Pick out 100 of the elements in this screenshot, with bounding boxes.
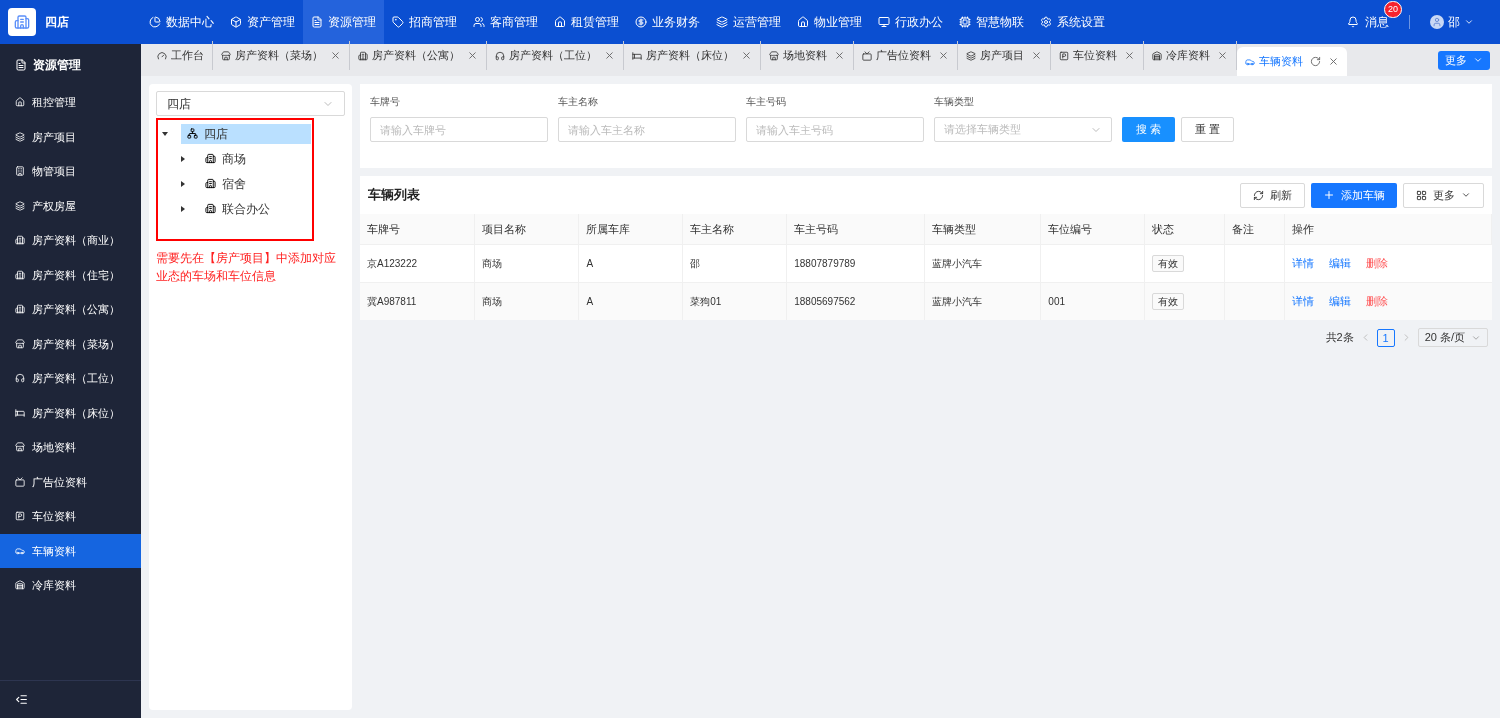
action-link[interactable]: 详情 xyxy=(1292,254,1315,272)
tree-node[interactable]: 商场 xyxy=(199,148,254,169)
car-icon xyxy=(1245,56,1255,67)
column-header: 所属车库 xyxy=(578,214,683,244)
action-link[interactable]: 详情 xyxy=(1292,293,1315,310)
grid-icon xyxy=(1416,189,1427,201)
page-tab[interactable]: 车辆资料 xyxy=(1237,47,1347,76)
table-cell: 001 xyxy=(1048,295,1066,307)
status-tag: 有效 xyxy=(1152,292,1185,310)
building-icon xyxy=(205,178,216,189)
layers-icon xyxy=(15,131,25,142)
sidebar-item[interactable]: 车辆资料 xyxy=(0,533,141,568)
collapse-icon[interactable] xyxy=(15,693,28,706)
page-tab[interactable]: 车位资料 xyxy=(1051,41,1144,70)
sidebar-item[interactable]: 房产资料（菜场） xyxy=(0,326,141,361)
sidebar-item[interactable]: 房产资料（床位） xyxy=(0,395,141,430)
warehouse-icon xyxy=(15,580,25,591)
close-icon[interactable] xyxy=(330,50,341,61)
nav-tab[interactable]: 租赁管理 xyxy=(546,0,627,44)
add-vehicle-button[interactable]: 添加车辆 xyxy=(1311,182,1397,208)
refresh-button[interactable]: 刷新 xyxy=(1240,182,1305,208)
table-cell: 邵 xyxy=(690,257,701,269)
nav-tab[interactable]: 行政办公 xyxy=(870,0,951,44)
close-icon[interactable] xyxy=(1217,50,1228,61)
sidebar-item[interactable]: 房产资料（住宅） xyxy=(0,257,141,292)
more-button[interactable]: 更多 xyxy=(1403,182,1484,208)
bed-icon xyxy=(15,407,25,418)
page-tab[interactable]: 房产项目 xyxy=(958,41,1051,70)
nav-tab[interactable]: 物业管理 xyxy=(789,0,870,44)
page-tab[interactable]: 广告位资料 xyxy=(854,41,958,70)
sidebar-item[interactable]: 房产资料（工位） xyxy=(0,361,141,396)
warehouse-icon xyxy=(1152,50,1162,61)
page-tab[interactable]: 房产资料（床位） xyxy=(624,41,761,70)
avatar-icon xyxy=(1430,15,1444,29)
table-cell: 蓝牌小汽车 xyxy=(932,295,983,307)
tree-node[interactable]: 四店 xyxy=(181,123,311,144)
column-header: 车主名称 xyxy=(682,214,787,244)
tree-node[interactable]: 宿舍 xyxy=(199,173,254,194)
close-icon[interactable] xyxy=(938,50,949,61)
sidebar-item[interactable]: 房产资料（商业） xyxy=(0,223,141,258)
table-cell: 商场 xyxy=(482,257,503,269)
nav-tab[interactable]: 资产管理 xyxy=(222,0,303,44)
caret-right-icon[interactable] xyxy=(179,179,187,188)
building-icon xyxy=(358,50,368,61)
page-number[interactable]: 1 xyxy=(1376,328,1395,347)
close-icon[interactable] xyxy=(741,50,752,61)
more-tabs-button[interactable]: 更多 xyxy=(1438,50,1490,70)
reset-button[interactable]: 重 置 xyxy=(1181,117,1235,142)
page-tab[interactable]: 房产资料（公寓） xyxy=(350,41,487,70)
nav-tab[interactable]: 智慧物联 xyxy=(951,0,1032,44)
close-icon[interactable] xyxy=(834,50,845,61)
nav-tab[interactable]: 业务财务 xyxy=(627,0,708,44)
sidebar-item[interactable]: 房产项目 xyxy=(0,119,141,154)
tag-icon xyxy=(392,16,404,28)
parking-icon xyxy=(1059,50,1069,61)
sidebar-item[interactable]: 场地资料 xyxy=(0,430,141,465)
hierarchy-icon xyxy=(187,128,198,139)
page-tab[interactable]: 房产资料（菜场） xyxy=(213,41,350,70)
house-icon xyxy=(15,97,25,108)
page-tab[interactable]: 房产资料（工位） xyxy=(487,41,624,70)
nav-tab[interactable]: 运营管理 xyxy=(708,0,789,44)
action-link[interactable]: 编辑 xyxy=(1329,254,1352,272)
caret-down-icon[interactable] xyxy=(161,129,169,138)
sidebar-item[interactable]: 产权房屋 xyxy=(0,188,141,223)
nav-tab[interactable]: 数据中心 xyxy=(141,0,222,44)
page-size-select[interactable]: 20 条/页 xyxy=(1417,328,1488,347)
sidebar-item[interactable]: 广告位资料 xyxy=(0,464,141,499)
page-tab[interactable]: 工作台 xyxy=(149,41,213,70)
text-field[interactable]: 请输入车主名称 xyxy=(558,117,736,142)
sidebar-item[interactable]: 房产资料（公寓） xyxy=(0,292,141,327)
nav-tab[interactable]: 客商管理 xyxy=(465,0,546,44)
sidebar-item[interactable]: 车位资料 xyxy=(0,499,141,534)
table-title: 车辆列表 xyxy=(368,186,420,205)
close-icon[interactable] xyxy=(1031,50,1042,61)
tree-node[interactable]: 联合办公 xyxy=(199,198,278,219)
headset-icon xyxy=(495,50,505,61)
user-menu[interactable]: 邵 xyxy=(1430,13,1474,31)
caret-right-icon[interactable] xyxy=(179,154,187,163)
close-icon[interactable] xyxy=(1124,50,1135,61)
column-header: 操作 xyxy=(1284,214,1492,244)
nav-tab[interactable]: 系统设置 xyxy=(1032,0,1113,44)
reload-icon[interactable] xyxy=(1310,56,1321,67)
close-icon[interactable] xyxy=(604,50,615,61)
action-link[interactable]: 编辑 xyxy=(1329,293,1352,310)
refresh-icon xyxy=(1253,189,1264,201)
gauge-icon xyxy=(157,50,167,61)
close-icon[interactable] xyxy=(1328,56,1339,67)
store-select[interactable]: 四店 xyxy=(156,91,345,116)
nav-tab[interactable]: 资源管理 xyxy=(303,0,384,44)
sidebar-item[interactable]: 租控管理 xyxy=(0,85,141,120)
caret-right-icon[interactable] xyxy=(179,204,187,213)
box-icon xyxy=(230,16,242,28)
store-icon xyxy=(15,338,25,349)
gear-icon xyxy=(1040,16,1052,28)
chevron-down-icon xyxy=(1473,55,1483,65)
sidebar-item[interactable]: 冷库资料 xyxy=(0,568,141,603)
page-tab[interactable]: 场地资料 xyxy=(761,41,854,70)
nav-tab[interactable]: 招商管理 xyxy=(384,0,465,44)
close-icon[interactable] xyxy=(467,50,478,61)
sidebar-item[interactable]: 物管项目 xyxy=(0,154,141,189)
